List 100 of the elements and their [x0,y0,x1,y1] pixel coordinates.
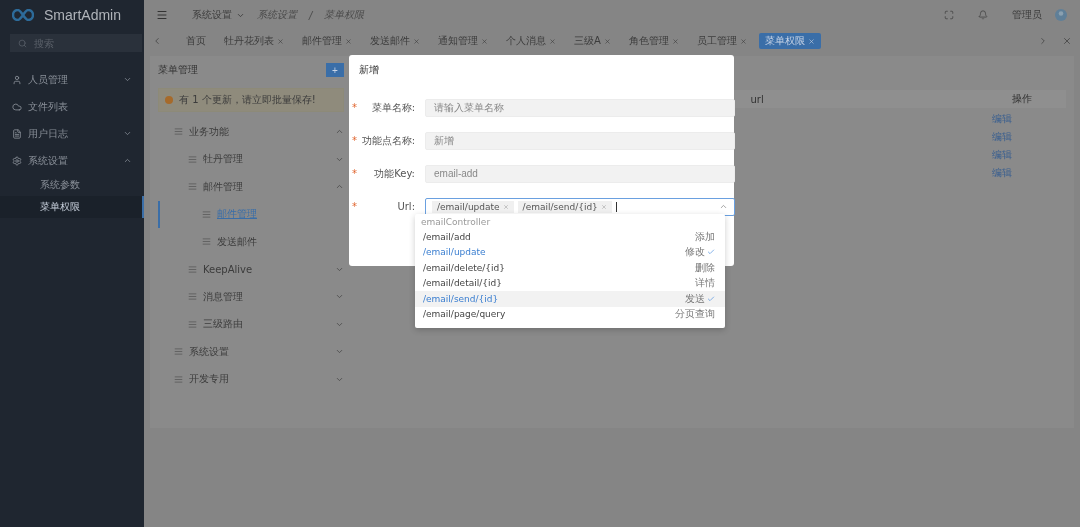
tree-item-label: 三级路由 [203,317,244,332]
tree-item[interactable]: 三级路由 [158,310,344,338]
tree-item-label: 系统设置 [189,344,230,359]
edit-link[interactable]: 编辑 [992,112,1012,126]
group-label: emailController [420,216,492,229]
dropdown-option[interactable]: /email/send/{id} 发送 [415,291,725,307]
required-mark: * [351,168,357,179]
chevron-down-icon [123,75,132,84]
drag-handle-icon[interactable] [188,319,197,329]
close-icon[interactable] [502,203,509,210]
app-name: SmartAdmin [44,7,122,23]
warning-icon [165,96,173,104]
tree-item[interactable]: 牡丹管理 [158,145,344,173]
edit-link[interactable]: 编辑 [992,148,1012,162]
close-icon[interactable] [600,203,607,210]
tag: /email/update [432,200,514,213]
edit-link[interactable]: 编辑 [992,166,1012,180]
close-icon[interactable] [671,37,679,45]
tree-item-label: 业务功能 [189,124,230,139]
tree-item[interactable]: 业务功能 [158,118,344,146]
dialog-title: 新增 [359,63,379,77]
field-label: 功能点名称: [360,133,415,148]
sidebar-item[interactable]: 文件列表 [0,93,144,120]
drag-handle-icon[interactable] [188,292,197,302]
tree-item-label: 发送邮件 [217,234,258,249]
check-icon [707,294,715,303]
field-label: 功能Key: [373,166,415,181]
tree-item-label: 邮件管理 [203,179,244,194]
close-icon[interactable] [549,37,556,45]
tab[interactable]: 员工管理 [690,33,753,49]
dropdown-option[interactable]: /email/add 添加 [415,229,725,245]
tree-item[interactable]: KeepAlive [158,255,344,283]
chevron-right-icon[interactable] [1038,36,1048,46]
close-icon[interactable] [413,37,420,45]
close-icon[interactable] [807,37,815,45]
bell-icon[interactable] [978,10,988,20]
column-header: url [749,93,765,105]
sidebar-item[interactable]: 用户日志 [0,120,144,147]
drag-handle-icon[interactable] [188,154,197,164]
tree-item-label: 邮件管理 [217,207,258,222]
sidebar-item[interactable]: 人员管理 [0,66,144,93]
drag-handle-icon[interactable] [174,127,183,137]
add-button[interactable]: + [326,63,344,77]
check-icon [707,248,715,257]
avatar-icon[interactable] [1054,8,1068,22]
required-mark: * [351,135,357,146]
drag-handle-icon[interactable] [174,374,183,384]
tab[interactable]: 邮件管理 [296,33,358,49]
breadcrumb-separator: / [309,9,313,21]
chevron-left-icon[interactable] [152,36,162,46]
required-mark: * [351,102,357,113]
tree-item[interactable]: 发送邮件 [158,228,344,256]
required-mark: * [351,201,357,212]
cloud-icon [12,101,22,112]
field-label: Url: [396,201,415,212]
drag-handle-icon[interactable] [174,347,183,357]
tag: /email/send/{id} [517,200,612,213]
panel-title: 菜单管理 [158,63,198,77]
close-icon[interactable] [739,37,747,45]
chevron-down-icon [123,129,132,138]
drag-handle-icon[interactable] [202,237,211,247]
close-icon[interactable] [603,37,611,45]
alert-text: 有 1 个更新，请立即批量保存! [179,93,316,107]
tree-item[interactable]: 邮件管理 [158,173,344,201]
tab[interactable]: 首页 [180,33,212,49]
logo-icon [12,9,34,21]
close-icon[interactable] [277,37,284,45]
close-icon[interactable] [481,37,488,45]
sidebar-subitem[interactable]: 菜单权限 [0,196,144,218]
tab[interactable]: 通知管理 [432,33,494,49]
tab[interactable]: 角色管理 [622,33,685,49]
sidebar-item[interactable]: 系统设置 [0,147,144,174]
close-icon[interactable] [1062,36,1072,46]
chevron-up-icon [123,156,132,165]
tree-item-label: KeepAlive [203,263,254,275]
field-label: 菜单名称: [370,100,415,115]
tree-item[interactable]: 开发专用 [158,365,344,393]
fullscreen-icon[interactable] [944,10,954,20]
sidebar-subitem[interactable]: 系统参数 [0,174,144,196]
drag-handle-icon[interactable] [202,209,211,219]
person-icon [12,74,22,85]
tree-item[interactable]: 系统设置 [158,338,344,366]
tab[interactable]: 菜单权限 [758,33,821,49]
tree-item-label: 消息管理 [203,289,244,304]
drag-handle-icon[interactable] [188,182,197,192]
column-header: 操作 [1010,92,1033,106]
document-icon [12,128,22,139]
drag-handle-icon[interactable] [188,264,197,274]
dropdown-option[interactable]: /email/delete/{id} 删除 [415,260,725,276]
tab[interactable]: 牡丹花列表 [218,33,290,49]
menu-icon[interactable] [156,9,168,21]
close-icon[interactable] [345,37,352,45]
gear-icon [12,155,22,166]
tree-item-label: 牡丹管理 [203,152,244,167]
chevron-up-icon [719,202,728,211]
tree-item-label: 开发专用 [189,372,230,387]
tree-item[interactable]: 消息管理 [158,283,344,311]
user-name[interactable]: 管理员 [1012,8,1042,22]
edit-link[interactable]: 编辑 [992,130,1012,144]
tab[interactable]: 发送邮件 [364,33,426,49]
